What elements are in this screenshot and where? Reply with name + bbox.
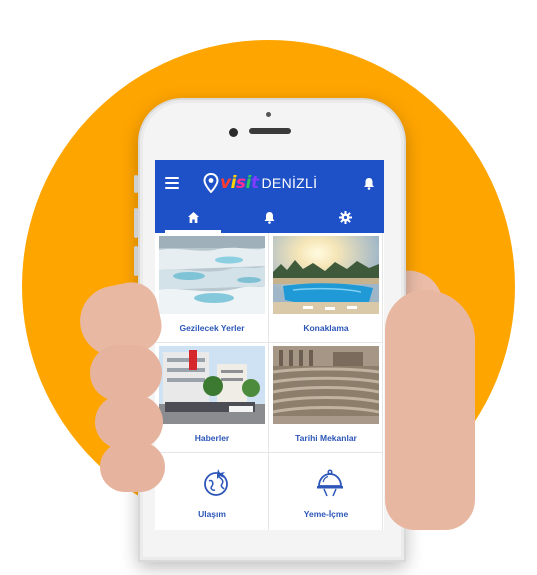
tile-gezilecek-yerler[interactable]: Gezilecek Yerler: [155, 233, 269, 343]
bell-icon: [264, 212, 275, 224]
tile-label: Yeme-İçme: [303, 509, 349, 519]
phone-camera: [229, 128, 238, 137]
tile-label: Tarihi Mekanlar: [295, 433, 357, 443]
konaklama-photo: [273, 236, 379, 314]
phone-volume-down: [134, 246, 138, 276]
hand-finger: [100, 442, 165, 492]
tile-tarihi-mekanlar[interactable]: Tarihi Mekanlar: [269, 343, 383, 453]
app-screen: visit DENİZLİ Gezilecek Yerler Konaklama…: [155, 160, 384, 530]
tile-haberler[interactable]: Haberler: [155, 343, 269, 453]
food-cloche-icon: [317, 469, 343, 497]
logo-city-text: DENİZLİ: [261, 175, 318, 191]
tile-label: Haberler: [194, 433, 230, 443]
haberler-photo: [159, 346, 265, 424]
tab-notifications[interactable]: [231, 202, 307, 233]
menu-icon[interactable]: [165, 177, 179, 189]
tile-yeme-icme[interactable]: Yeme-İçme: [269, 453, 383, 530]
tile-konaklama[interactable]: Konaklama: [269, 233, 383, 343]
phone-volume-up: [134, 208, 138, 238]
logo-letter: v: [220, 173, 231, 193]
gear-icon: [339, 211, 353, 224]
phone-speaker: [249, 128, 291, 134]
tile-ulasim[interactable]: Ulaşım: [155, 453, 269, 530]
location-pin-icon: [203, 173, 219, 193]
app-header: visit DENİZLİ: [155, 160, 384, 233]
hand-palm: [385, 290, 475, 530]
phone-side-button: [134, 175, 138, 193]
phone-proximity-sensor: [266, 112, 271, 117]
logo-visit-text: visit: [220, 173, 259, 193]
tile-label: Ulaşım: [198, 509, 226, 519]
tile-label: Gezilecek Yerler: [179, 323, 245, 333]
tab-settings[interactable]: [308, 202, 384, 233]
hand-finger: [95, 395, 163, 449]
tab-bar: [155, 202, 384, 233]
logo-letter: t: [250, 173, 259, 193]
globe-plane-icon: [204, 469, 228, 496]
hand-finger: [90, 345, 162, 401]
gezilecek-yerler-photo: [159, 236, 265, 314]
bell-icon[interactable]: [363, 177, 375, 190]
home-icon: [187, 212, 199, 223]
tab-home[interactable]: [155, 202, 231, 233]
tarihi-mekanlar-photo: [273, 346, 379, 424]
app-logo: visit DENİZLİ: [203, 172, 317, 194]
tile-label: Konaklama: [303, 323, 349, 333]
logo-letter: s: [235, 173, 246, 193]
